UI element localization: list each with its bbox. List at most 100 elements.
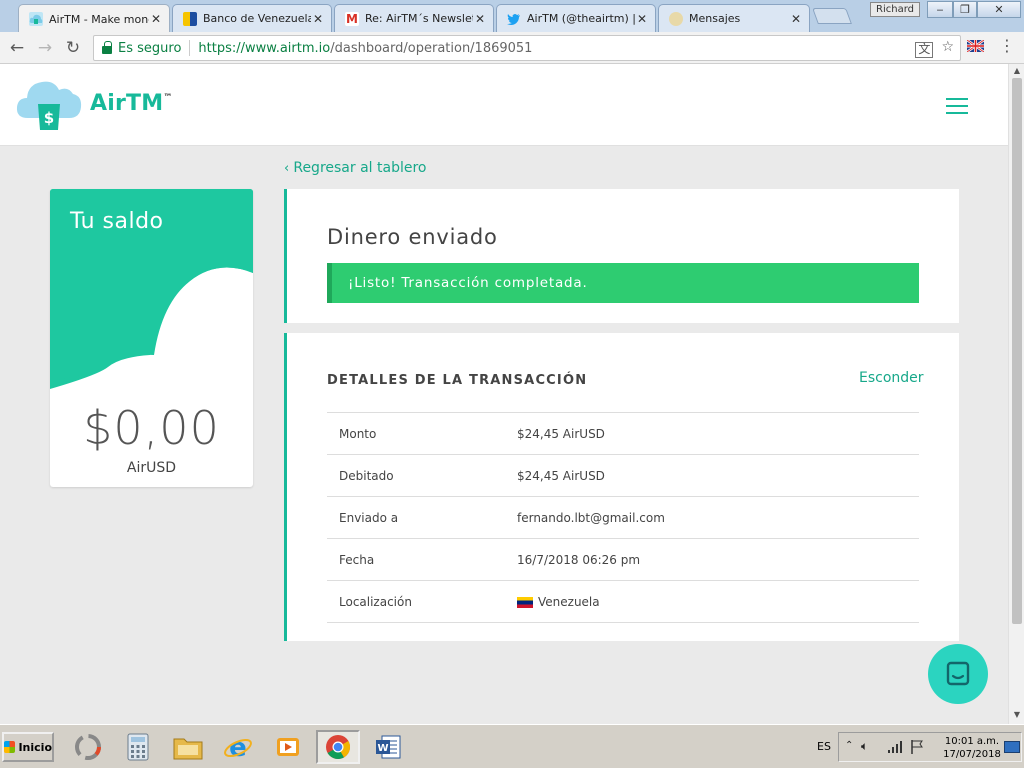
- bank-favicon-icon: [183, 11, 197, 26]
- back-arrow-icon[interactable]: ←: [7, 38, 27, 58]
- taskbar-media-player-icon[interactable]: [266, 730, 310, 764]
- details-title: DETALLES DE LA TRANSACCIÓN: [327, 373, 588, 388]
- system-tray: ⌃ 🔈︎ 10:01 a.m. 17/07/2018: [838, 732, 1022, 762]
- start-label: Inicio: [18, 740, 52, 754]
- page-scrollbar[interactable]: ▲ ▼: [1008, 64, 1024, 724]
- tab-close-icon[interactable]: ✕: [473, 12, 487, 26]
- balance-amount: $0,00: [83, 401, 220, 455]
- tab-airtm[interactable]: AirTM - Make money ✕: [18, 4, 170, 33]
- logo-wordmark[interactable]: AirTM™: [90, 91, 173, 116]
- chat-icon: [946, 661, 970, 686]
- site-header: $ AirTM™: [0, 64, 1008, 146]
- taskbar-app-loader-icon[interactable]: [66, 730, 110, 764]
- clock-time[interactable]: 10:01 a.m.: [942, 736, 1002, 747]
- row-value: 16/7/2018 06:26 pm: [517, 553, 640, 567]
- airtm-logo-icon[interactable]: $: [16, 76, 82, 132]
- tab-title: Re: AirTM´s Newslett: [365, 12, 473, 25]
- svg-text:e: e: [229, 733, 247, 762]
- date-value: 16/7/2018 06:26 pm: [517, 553, 641, 567]
- tab-banco-de-venezuela[interactable]: Banco de Venezuela ✕: [172, 4, 332, 32]
- scroll-down-icon[interactable]: ▼: [1012, 710, 1022, 719]
- table-row: Fecha 16/7/2018 06:26 pm: [327, 539, 919, 581]
- window-close-button[interactable]: ✕: [977, 1, 1021, 18]
- debited-value: $24,45 AirUSD: [517, 469, 605, 483]
- taskbar-calculator-icon[interactable]: [116, 730, 160, 764]
- show-desktop-icon[interactable]: [1004, 741, 1020, 753]
- taskbar-chrome-icon[interactable]: [316, 730, 360, 764]
- taskbar-word-icon[interactable]: W: [366, 730, 410, 764]
- row-label: Enviado a: [339, 511, 399, 525]
- recipient-value: fernando.lbt@gmail.com: [517, 511, 665, 525]
- table-row: Monto $24,45 AirUSD: [327, 413, 919, 455]
- balance-card: Tu saldo $0,00 AirUSD: [50, 189, 253, 487]
- url-host: https://www.airtm.io: [198, 40, 331, 56]
- row-label: Fecha: [339, 553, 375, 567]
- tab-title: AirTM (@theairtm) | T: [527, 12, 635, 25]
- row-value: fernando.lbt@gmail.com: [517, 511, 665, 525]
- address-bar[interactable]: Es seguro https://www.airtm.io/dashboard…: [93, 35, 961, 61]
- start-button[interactable]: Inicio: [2, 732, 54, 762]
- venezuela-flag-icon: [517, 596, 533, 608]
- chat-launcher-button[interactable]: [928, 644, 988, 704]
- tab-close-icon[interactable]: ✕: [149, 12, 163, 26]
- minimize-button[interactable]: ‒: [927, 1, 953, 18]
- tab-title: AirTM - Make money: [49, 12, 149, 26]
- forward-arrow-icon[interactable]: →: [35, 38, 55, 58]
- taskbar-file-explorer-icon[interactable]: [166, 730, 210, 764]
- browser-tab-strip: AirTM - Make money ✕ Banco de Venezuela …: [0, 0, 1024, 33]
- logo-text: AirTM: [90, 91, 164, 116]
- hamburger-menu-icon[interactable]: [946, 98, 968, 114]
- tab-close-icon[interactable]: ✕: [635, 12, 649, 26]
- clock-date[interactable]: 17/07/2018: [942, 749, 1002, 760]
- row-value: $24,45 AirUSD: [517, 427, 605, 441]
- twitter-favicon-icon: [507, 12, 521, 26]
- tab-close-icon[interactable]: ✕: [311, 12, 325, 26]
- hide-details-link[interactable]: Esconder: [859, 370, 924, 386]
- amount-value: $24,45 AirUSD: [517, 427, 605, 441]
- chevron-left-icon: ‹: [284, 161, 294, 176]
- success-alert: ¡Listo! Transacción completada.: [327, 263, 919, 303]
- balance-currency: AirUSD: [126, 460, 177, 476]
- profile-button[interactable]: Richard: [870, 2, 920, 17]
- show-hidden-icons-icon[interactable]: ⌃: [845, 740, 853, 751]
- messages-favicon-icon: [669, 11, 683, 26]
- row-label: Debitado: [339, 469, 394, 483]
- taskbar-internet-explorer-icon[interactable]: e: [216, 730, 260, 764]
- bookmark-star-icon[interactable]: ☆: [941, 39, 954, 55]
- maximize-button[interactable]: ❐: [953, 1, 977, 18]
- svg-text:$: $: [44, 109, 54, 127]
- volume-icon[interactable]: 🔈︎: [861, 739, 868, 754]
- details-table: Monto $24,45 AirUSD Debitado $24,45 AirU…: [327, 412, 919, 623]
- row-value: Venezuela: [517, 595, 600, 609]
- browser-menu-icon[interactable]: ⋮: [999, 38, 1015, 54]
- secure-label: Es seguro: [118, 40, 182, 56]
- new-tab-button[interactable]: [812, 8, 852, 24]
- tab-twitter[interactable]: AirTM (@theairtm) | T ✕: [496, 4, 656, 32]
- windows-logo-icon: [4, 741, 16, 753]
- reload-icon[interactable]: ↻: [63, 38, 83, 58]
- status-panel: Dinero enviado ¡Listo! Transacción compl…: [284, 189, 959, 323]
- row-label: Localización: [339, 595, 412, 609]
- tab-close-icon[interactable]: ✕: [789, 12, 803, 26]
- extension-uk-flag-icon[interactable]: [966, 39, 985, 55]
- gmail-favicon-icon: M: [345, 11, 359, 26]
- scroll-up-icon[interactable]: ▲: [1012, 66, 1022, 75]
- status-title: Dinero enviado: [327, 225, 498, 249]
- tab-gmail[interactable]: M Re: AirTM´s Newslett ✕: [334, 4, 494, 32]
- input-language[interactable]: ES: [817, 740, 831, 753]
- tab-mensajes[interactable]: Mensajes ✕: [658, 4, 810, 32]
- windows-taskbar: Inicio e W ES ⌃ 🔈︎ 10:01 a.m. 17/07/2018: [0, 724, 1024, 768]
- network-icon[interactable]: [887, 740, 903, 757]
- action-center-flag-icon[interactable]: [910, 739, 924, 758]
- translate-icon[interactable]: 文: [915, 42, 934, 58]
- scrollbar-thumb[interactable]: [1012, 78, 1022, 624]
- transaction-details-panel: DETALLES DE LA TRANSACCIÓN Esconder Mont…: [284, 333, 959, 641]
- address-separator: [189, 40, 191, 56]
- back-to-dashboard-link[interactable]: ‹ Regresar al tablero: [284, 160, 426, 176]
- table-row: Localización Venezuela: [327, 581, 919, 623]
- table-row: Enviado a fernando.lbt@gmail.com: [327, 497, 919, 539]
- tab-title: Mensajes: [689, 12, 741, 25]
- page-content: $ AirTM™ ‹ Regresar al tablero Tu saldo …: [0, 64, 1008, 724]
- lock-icon: [102, 41, 112, 54]
- back-link-label: Regresar al tablero: [293, 160, 427, 176]
